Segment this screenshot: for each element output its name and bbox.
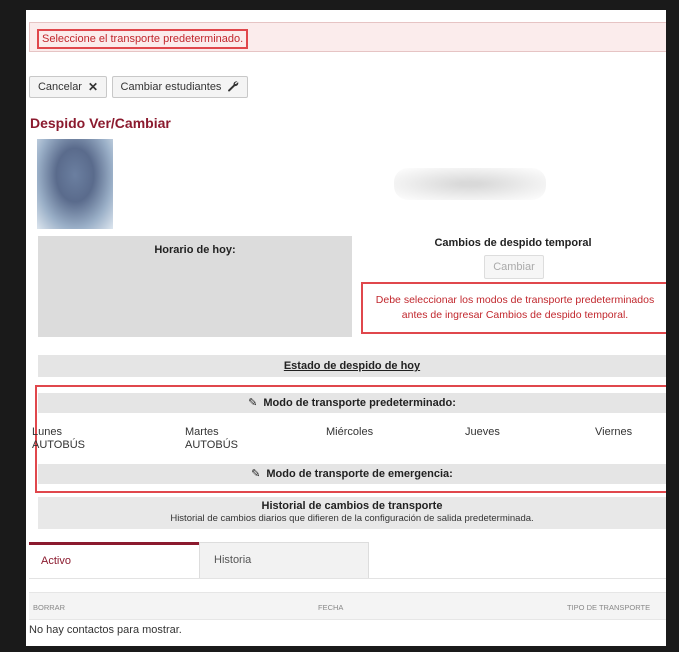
warning-line-2: antes de ingresar Cambios de despido tem…	[401, 309, 629, 321]
day-thursday: Jueves	[465, 426, 500, 439]
temporary-changes-warning: Debe seleccionar los modos de transporte…	[361, 282, 666, 334]
today-status-bar: Estado de despido de hoy	[38, 355, 666, 377]
default-mode-bar: ✎ Modo de transporte predeterminado:	[38, 393, 666, 413]
day-label: Lunes	[32, 426, 62, 438]
tab-divider	[29, 578, 666, 579]
today-status-title[interactable]: Estado de despido de hoy	[284, 360, 420, 372]
empty-table-message: No hay contactos para mostrar.	[29, 624, 182, 636]
alert-banner: Seleccione el transporte predeterminado.	[29, 22, 666, 52]
day-label: Martes	[185, 426, 219, 438]
history-subtitle: Historial de cambios diarios que difiere…	[170, 513, 534, 524]
temporary-changes-title: Cambios de despido temporal	[434, 237, 592, 249]
day-monday: Lunes AUTOBÚS	[32, 426, 85, 452]
day-label: Jueves	[465, 426, 500, 438]
page-title: Despido Ver/Cambiar	[30, 115, 171, 131]
column-transport-type[interactable]: TIPO DE TRANSPORTE	[567, 603, 650, 612]
cancel-button-label: Cancelar	[37, 81, 82, 93]
history-header: Historial de cambios de transporte Histo…	[38, 497, 666, 529]
day-mode: AUTOBÚS	[185, 439, 238, 451]
close-icon: ✕	[87, 80, 99, 94]
edit-pencil-icon[interactable]: ✎	[251, 464, 260, 484]
tab-active[interactable]: Activo	[29, 542, 199, 579]
cancel-button[interactable]: Cancelar ✕	[29, 76, 107, 98]
change-students-label: Cambiar estudiantes	[120, 81, 222, 93]
change-students-button[interactable]: Cambiar estudiantes	[112, 76, 248, 98]
table-header: BORRAR FECHA TIPO DE TRANSPORTE	[29, 592, 666, 620]
schedule-panel: Horario de hoy:	[38, 236, 352, 337]
day-mode: AUTOBÚS	[32, 439, 85, 451]
student-name-blurred	[394, 168, 546, 200]
emergency-mode-bar: ✎ Modo de transporte de emergencia:	[38, 464, 666, 484]
wrench-icon	[227, 80, 239, 95]
change-button[interactable]: Cambiar	[484, 255, 544, 279]
column-delete[interactable]: BORRAR	[33, 603, 65, 612]
day-label: Viernes	[595, 426, 633, 438]
schedule-title: Horario de hoy:	[154, 244, 236, 256]
alert-text: Seleccione el transporte predeterminado.	[37, 29, 249, 49]
warning-line-1: Debe seleccionar los modos de transporte…	[375, 294, 655, 306]
column-date[interactable]: FECHA	[318, 603, 343, 612]
edit-pencil-icon[interactable]: ✎	[248, 393, 257, 413]
default-mode-title: Modo de transporte predeterminado:	[263, 397, 456, 409]
emergency-mode-title: Modo de transporte de emergencia:	[266, 468, 453, 480]
dismissal-page: Seleccione el transporte predeterminado.…	[26, 10, 666, 646]
history-title: Historial de cambios de transporte	[261, 500, 443, 512]
student-photo	[37, 139, 113, 229]
day-wednesday: Miércoles	[326, 426, 373, 439]
day-label: Miércoles	[326, 426, 374, 438]
tab-history[interactable]: Historia	[199, 542, 369, 579]
day-friday: Viernes	[595, 426, 632, 439]
day-tuesday: Martes AUTOBÚS	[185, 426, 238, 452]
